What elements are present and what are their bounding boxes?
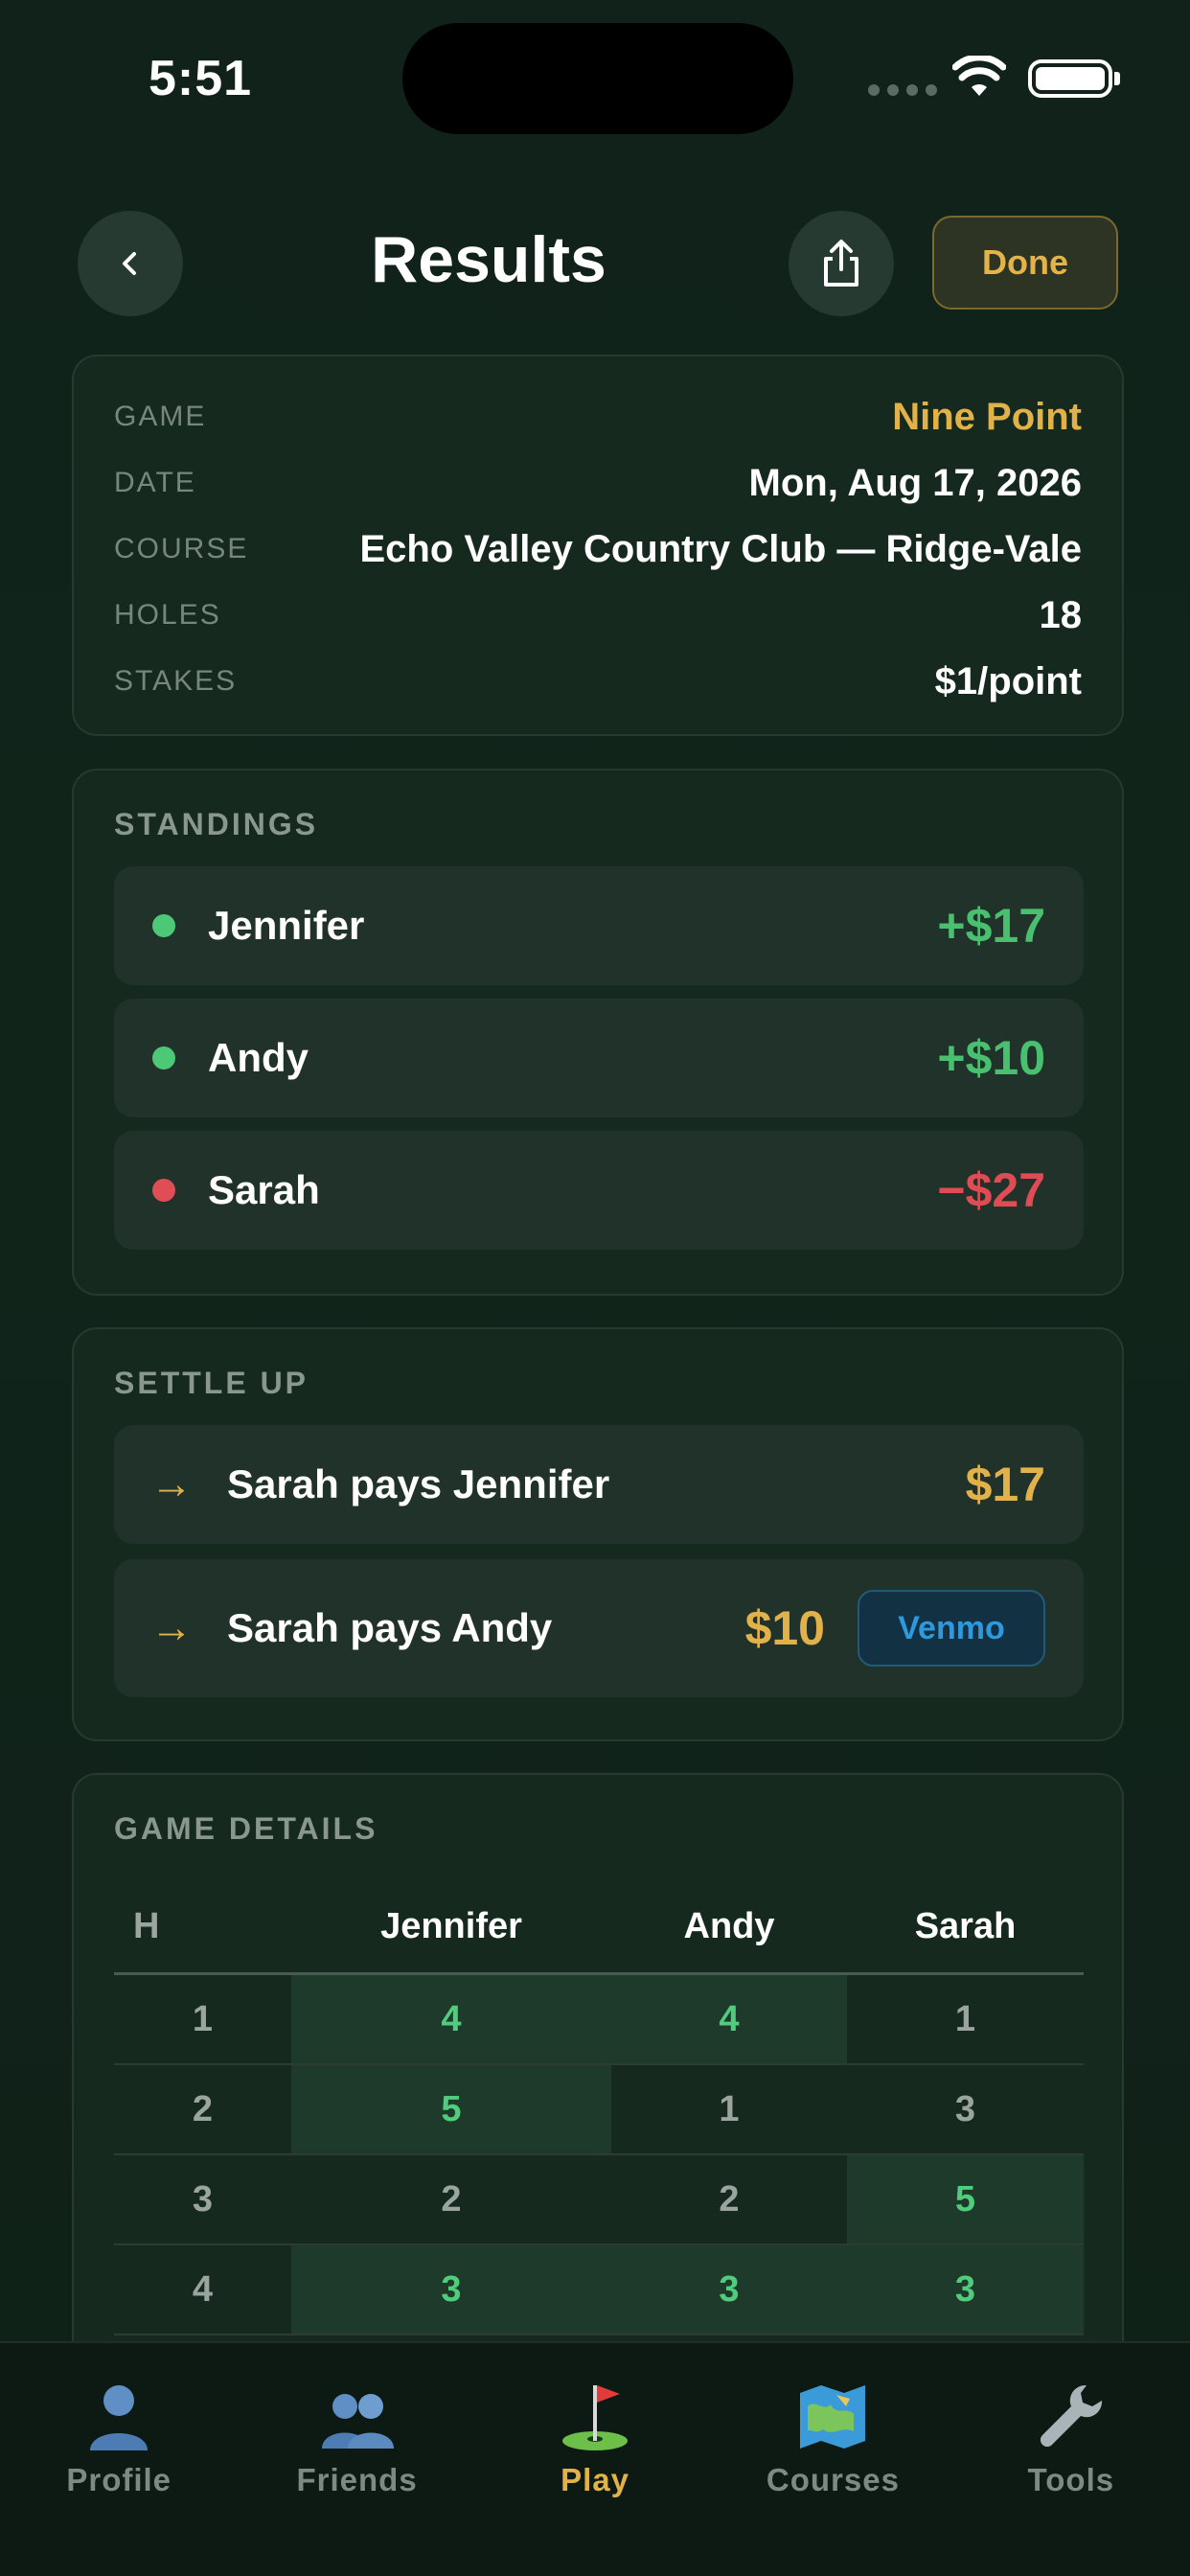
status-dot-negative bbox=[152, 1179, 175, 1202]
info-label: STAKES bbox=[114, 665, 238, 697]
player-amount: +$17 bbox=[937, 899, 1045, 953]
section-title-standings: STANDINGS bbox=[114, 807, 319, 841]
info-value-course: Echo Valley Country Club — Ridge-Vale bbox=[359, 527, 1083, 570]
standing-row: Andy +$10 bbox=[114, 999, 1084, 1117]
cellular-signal-icon bbox=[868, 84, 937, 96]
info-label: DATE bbox=[114, 467, 196, 498]
settle-text: Sarah pays Andy bbox=[227, 1605, 553, 1650]
info-row-game: GAME Nine Point bbox=[114, 393, 1082, 441]
hole-number: 3 bbox=[192, 2178, 214, 2220]
golf-flag-icon bbox=[562, 2385, 629, 2450]
tab-bar: Profile Friends Play Courses Tools bbox=[0, 2341, 1190, 2576]
person-icon bbox=[90, 2385, 149, 2450]
wrench-icon bbox=[1040, 2384, 1102, 2448]
info-row-course: COURSE Echo Valley Country Club — Ridge-… bbox=[114, 525, 1082, 573]
section-title-game-details: GAME DETAILS bbox=[114, 1811, 378, 1846]
info-value-date: Mon, Aug 17, 2026 bbox=[748, 461, 1083, 504]
info-label: GAME bbox=[114, 401, 207, 432]
info-row-date: DATE Mon, Aug 17, 2026 bbox=[114, 459, 1082, 507]
score-cell: 4 bbox=[291, 1975, 611, 2063]
hole-number: 4 bbox=[192, 2268, 214, 2310]
score-cell: 1 bbox=[954, 1998, 976, 2039]
score-cell: 5 bbox=[291, 2065, 611, 2153]
score-cell: 2 bbox=[441, 2178, 462, 2220]
share-button[interactable] bbox=[789, 211, 894, 316]
section-title-settle-up: SETTLE UP bbox=[114, 1366, 309, 1400]
tab-label: Tools bbox=[1027, 2462, 1115, 2497]
standings-card: STANDINGS Jennifer +$17 Andy +$10 Sarah … bbox=[72, 769, 1124, 1296]
score-cell: 5 bbox=[847, 2155, 1084, 2243]
score-cell: 3 bbox=[611, 2245, 847, 2334]
share-icon bbox=[824, 240, 858, 287]
wifi-icon bbox=[951, 54, 1007, 103]
column-header-hole: H bbox=[133, 1905, 160, 1946]
score-cell: 1 bbox=[719, 2088, 740, 2129]
info-label: COURSE bbox=[114, 533, 249, 564]
venmo-button[interactable]: Venmo bbox=[858, 1590, 1045, 1667]
battery-tip bbox=[1114, 72, 1120, 85]
arrow-right-icon: → bbox=[150, 1604, 193, 1651]
score-cell: 2 bbox=[719, 2178, 740, 2220]
hole-number: 1 bbox=[192, 1998, 214, 2039]
score-cell: 3 bbox=[291, 2245, 611, 2334]
score-cell: 3 bbox=[847, 2245, 1084, 2334]
info-value-game: Nine Point bbox=[892, 395, 1082, 438]
tab-label: Friends bbox=[296, 2462, 418, 2497]
game-info-card: GAME Nine Point DATE Mon, Aug 17, 2026 C… bbox=[72, 355, 1124, 736]
score-cell: 3 bbox=[954, 2088, 976, 2129]
tab-profile[interactable]: Profile bbox=[0, 2343, 238, 2576]
hole-number: 2 bbox=[192, 2088, 214, 2129]
player-name: Jennifer bbox=[208, 903, 365, 948]
standing-row: Sarah −$27 bbox=[114, 1131, 1084, 1250]
player-name: Andy bbox=[208, 1035, 309, 1080]
standing-row: Jennifer +$17 bbox=[114, 866, 1084, 985]
table-row: 1 4 4 1 bbox=[114, 1975, 1084, 2065]
settle-amount: $17 bbox=[965, 1458, 1045, 1511]
tab-courses[interactable]: Courses bbox=[714, 2343, 951, 2576]
settle-amount: $10 bbox=[744, 1601, 825, 1655]
settle-up-card: SETTLE UP → Sarah pays Jennifer $17 → Sa… bbox=[72, 1327, 1124, 1741]
column-header-sarah: Sarah bbox=[914, 1905, 1017, 1946]
status-dot-positive bbox=[152, 1046, 175, 1070]
score-table: H Jennifer Andy Sarah 1 4 4 1 2 5 1 3 3 … bbox=[114, 1880, 1084, 2335]
column-header-jennifer: Jennifer bbox=[380, 1905, 522, 1946]
player-name: Sarah bbox=[208, 1167, 320, 1212]
info-label: HOLES bbox=[114, 599, 221, 631]
results-screen: 5:51 Results Done GAME Nine Point DATE M… bbox=[0, 0, 1190, 2576]
status-dot-positive bbox=[152, 914, 175, 937]
status-time: 5:51 bbox=[149, 51, 253, 106]
score-cell: 4 bbox=[611, 1975, 847, 2063]
done-button[interactable]: Done bbox=[932, 216, 1118, 310]
tab-label: Profile bbox=[66, 2462, 172, 2497]
info-row-holes: HOLES 18 bbox=[114, 591, 1082, 639]
tab-friends[interactable]: Friends bbox=[238, 2343, 475, 2576]
tab-tools[interactable]: Tools bbox=[952, 2343, 1190, 2576]
table-row: 4 3 3 3 bbox=[114, 2245, 1084, 2335]
table-row: 3 2 2 5 bbox=[114, 2155, 1084, 2245]
column-header-andy: Andy bbox=[683, 1905, 775, 1946]
dynamic-island bbox=[402, 23, 793, 134]
tab-label: Play bbox=[561, 2462, 629, 2497]
table-row: 2 5 1 3 bbox=[114, 2065, 1084, 2155]
player-amount: −$27 bbox=[937, 1163, 1045, 1217]
settle-text: Sarah pays Jennifer bbox=[227, 1461, 610, 1506]
arrow-right-icon: → bbox=[150, 1460, 193, 1507]
player-amount: +$10 bbox=[937, 1031, 1045, 1085]
table-header-row: H Jennifer Andy Sarah bbox=[114, 1880, 1084, 1975]
info-row-stakes: STAKES $1/point bbox=[114, 657, 1082, 705]
people-icon bbox=[321, 2394, 394, 2449]
info-value-stakes: $1/point bbox=[934, 659, 1082, 702]
map-icon bbox=[800, 2385, 866, 2449]
tab-play[interactable]: Play bbox=[476, 2343, 714, 2576]
tab-label: Courses bbox=[766, 2462, 900, 2497]
settle-row: → Sarah pays Jennifer $17 bbox=[114, 1425, 1084, 1544]
battery-icon bbox=[1028, 59, 1112, 98]
settle-row: → Sarah pays Andy $10 Venmo bbox=[114, 1559, 1084, 1697]
info-value-holes: 18 bbox=[1039, 593, 1083, 636]
